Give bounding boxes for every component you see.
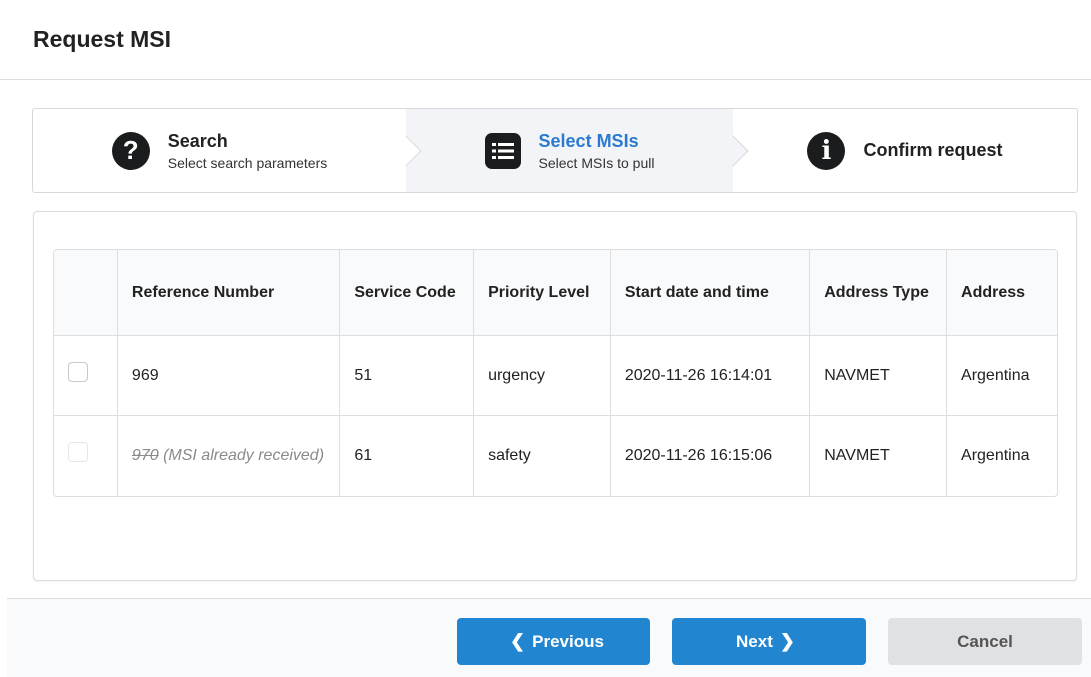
question-circle-icon: ? [111,131,150,170]
row-checkbox[interactable] [68,361,88,382]
next-label: Next [736,631,773,651]
header-select [54,250,118,336]
address-type-cell: NAVMET [810,416,948,496]
address-type-cell: NAVMET [810,336,948,416]
header-address-type[interactable]: Address Type [810,250,948,336]
address-cell: Argentina [947,336,1057,416]
header-start-date[interactable]: Start date and time [610,250,811,336]
priority-cell: safety [474,416,611,496]
step-confirm-request[interactable]: i Confirm request [733,109,1077,192]
previous-button[interactable]: ❮ Previous [457,618,650,665]
list-icon [484,132,521,169]
priority-cell: urgency [474,336,611,416]
table-row: 970 (MSI already received) 61 safety 202… [54,416,1057,496]
msi-table: Reference Number Service Code Priority L… [53,249,1058,497]
reference-number: 969 [131,366,159,384]
header: Request MSI [0,0,1091,80]
step-search-description: Select search parameters [167,154,328,171]
info-circle-icon: i [807,131,846,170]
step-search[interactable]: ? Search Select search parameters [33,109,422,192]
cancel-button[interactable]: Cancel [888,618,1082,665]
chevron-right-icon: ❯ [779,631,795,651]
page-title: Request MSI [33,26,172,52]
previous-label: Previous [532,631,604,651]
header-service-code[interactable]: Service Code [340,250,475,336]
header-priority-level[interactable]: Priority Level [474,250,611,336]
header-reference-number[interactable]: Reference Number [117,250,341,336]
step-search-title: Search [167,130,228,151]
start-date-cell: 2020-11-26 16:15:06 [611,416,811,496]
step-indicator: ? Search Select search parameters Select… [32,108,1078,193]
msi-results-card: Reference Number Service Code Priority L… [33,211,1077,581]
next-button[interactable]: Next ❯ [672,618,866,665]
step-select-msis[interactable]: Select MSIs Select MSIs to pull [406,109,749,192]
header-address[interactable]: Address [947,250,1057,336]
reference-number: 970 [131,447,159,464]
reference-cell: 969 [117,336,341,416]
row-checkbox-disabled [68,442,88,462]
reference-cell: 970 (MSI already received) [118,416,341,496]
service-code-cell: 51 [340,336,475,416]
chevron-left-icon: ❮ [510,631,526,651]
start-date-cell: 2020-11-26 16:14:01 [610,336,811,416]
step-select-msis-title: Select MSIs [538,130,639,151]
step-select-msis-description: Select MSIs to pull [538,154,655,171]
reference-note: (MSI already received) [158,447,325,464]
service-code-cell: 61 [340,416,475,496]
table-row[interactable]: 969 51 urgency 2020-11-26 16:14:01 NAVME… [54,336,1057,416]
footer-actions: ❮ Previous Next ❯ Cancel [7,598,1091,677]
step-confirm-title: Confirm request [863,140,1003,160]
table-header-row: Reference Number Service Code Priority L… [54,250,1057,336]
address-cell: Argentina [961,447,1030,464]
